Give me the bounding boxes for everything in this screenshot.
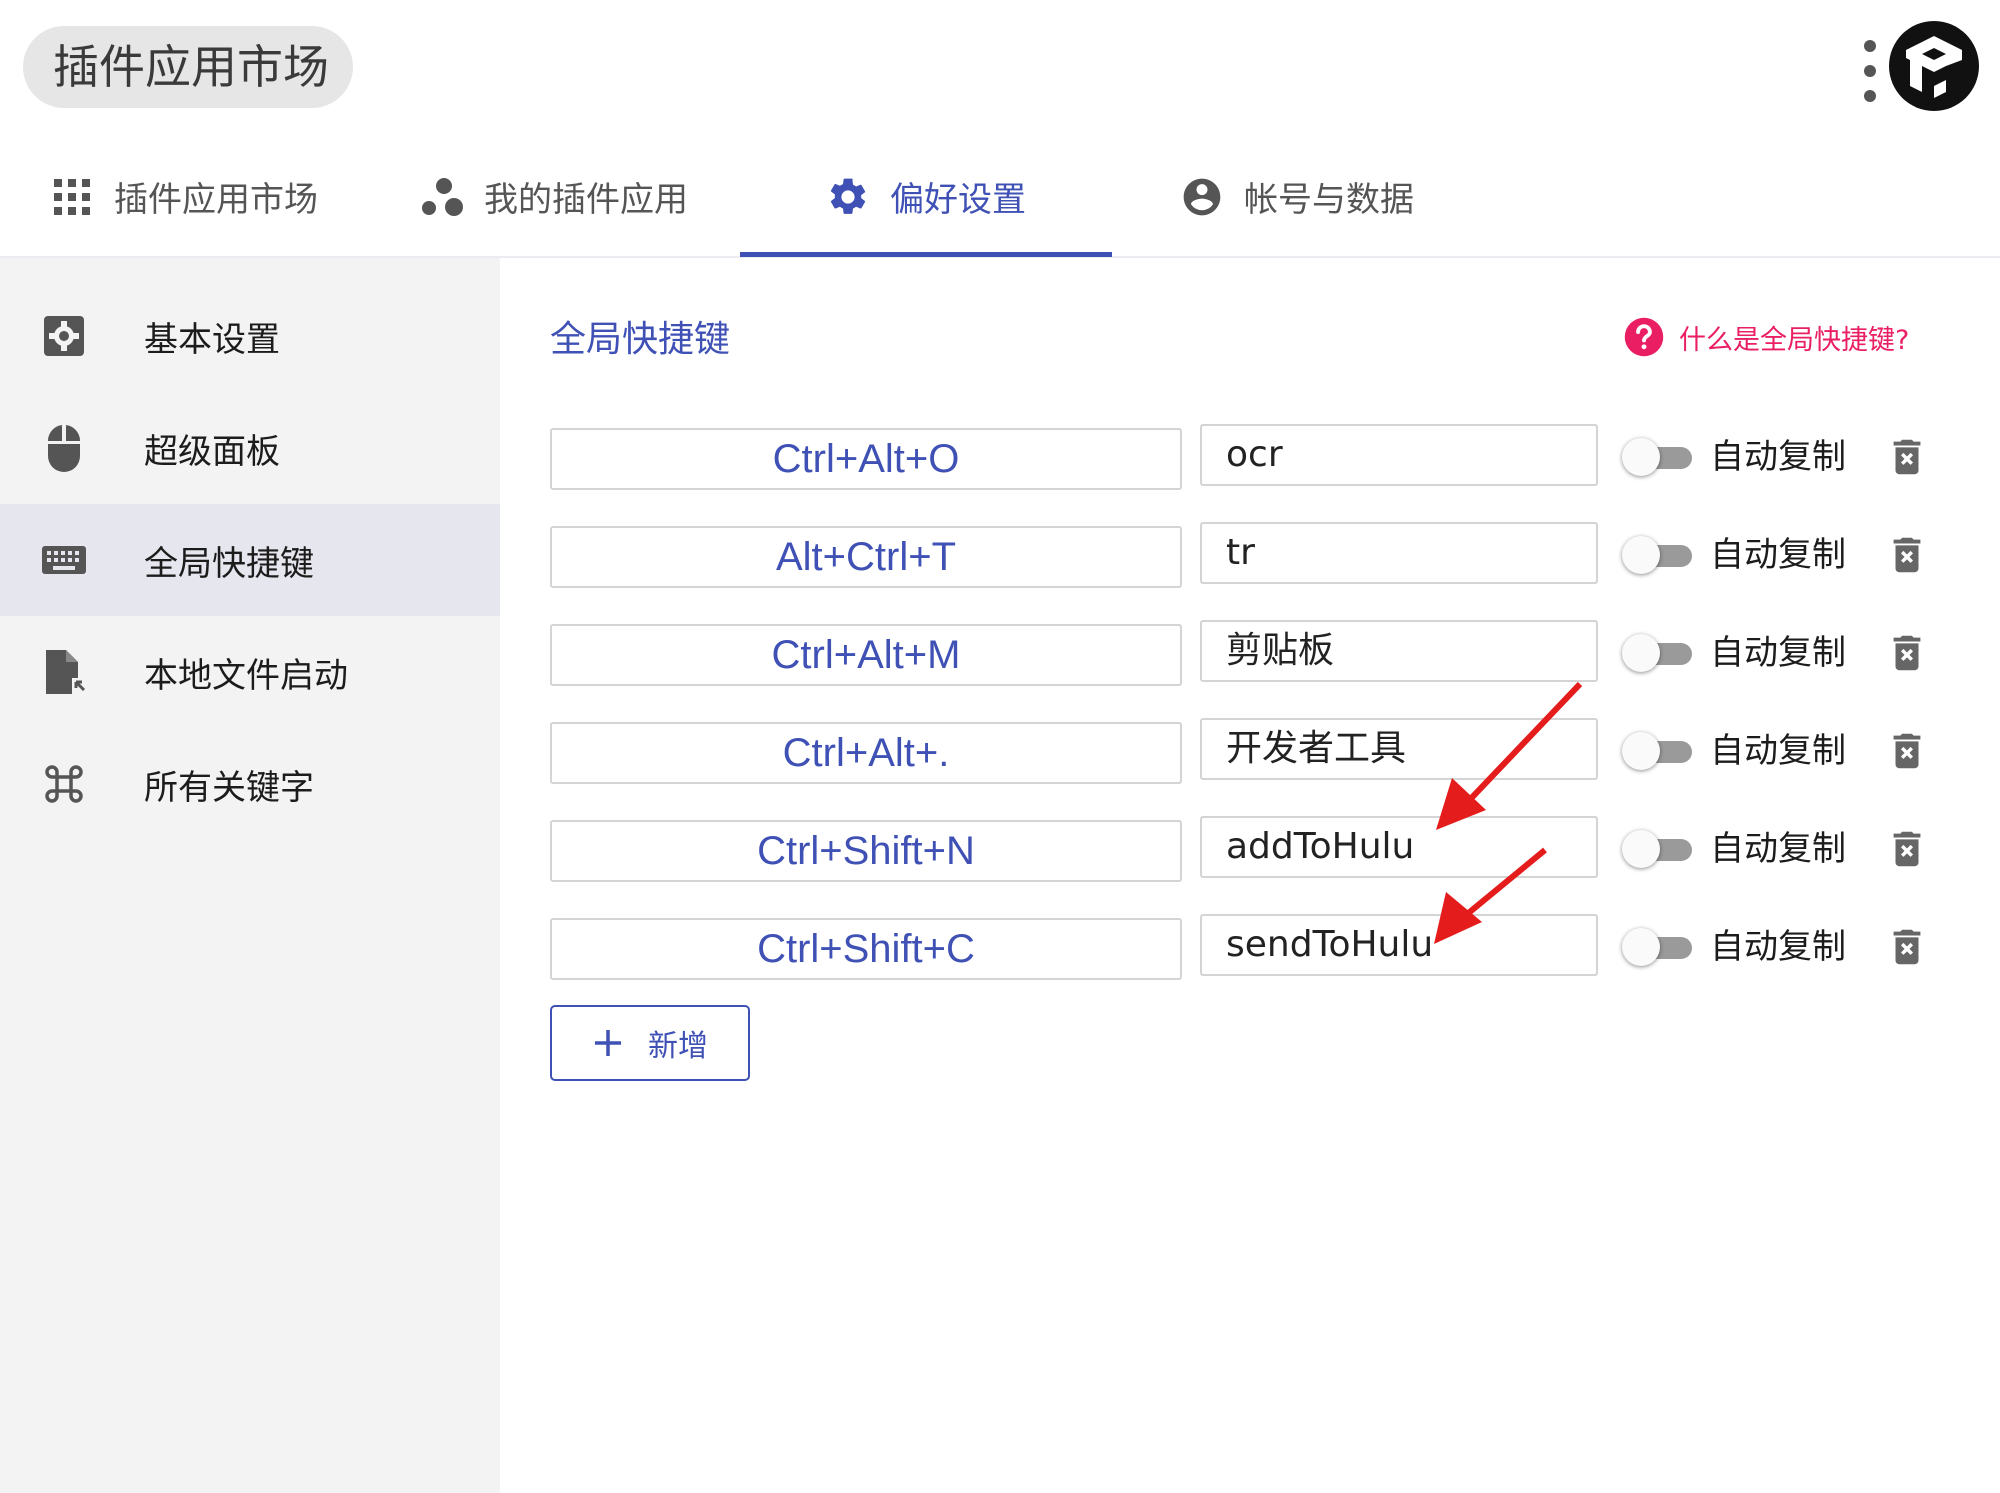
hotkey-recorder[interactable]: Ctrl+Alt+. [550,722,1182,784]
app-header: 插件应用市场 [0,0,2000,135]
active-tab-indicator [740,252,1112,257]
command-input[interactable]: 剪贴板 [1200,620,1598,682]
command-input[interactable]: 开发者工具 [1200,718,1598,780]
tab-preferences[interactable]: 偏好设置 [826,135,1026,258]
command-key-icon [40,760,88,808]
toggle-knob [1622,536,1660,574]
hotkey-recorder[interactable]: Ctrl+Alt+O [550,428,1182,490]
toggle-knob [1622,928,1660,966]
sidebar: 基本设置 超级面板 全局快捷键 本地文件启动 所有关键字 [0,258,500,1493]
apps-grid-icon [50,175,94,219]
sidebar-item-super-panel[interactable]: 超级面板 [0,392,500,504]
help-link[interactable]: 什么是全局快捷键? [1623,316,1909,358]
tab-label: 偏好设置 [890,180,1026,220]
auto-copy-toggle[interactable] [1622,928,1694,966]
tab-label: 插件应用市场 [114,180,318,220]
sidebar-item-all-keywords[interactable]: 所有关键字 [0,728,500,840]
sidebar-item-label: 所有关键字 [144,767,314,808]
sidebar-item-label: 基本设置 [144,319,280,360]
delete-icon[interactable] [1884,434,1930,480]
help-link-label: 什么是全局快捷键? [1679,324,1910,356]
toggle-knob [1622,438,1660,476]
auto-copy-label: 自动复制 [1710,731,1846,771]
hotkey-row: Ctrl+Shift+C sendToHulu 自动复制 [550,914,1990,980]
auto-copy-label: 自动复制 [1710,633,1846,673]
hotkey-recorder[interactable]: Ctrl+Shift+C [550,918,1182,980]
command-input[interactable]: tr [1200,522,1598,584]
hotkey-row: Ctrl+Alt+M 剪贴板 自动复制 [550,620,1990,686]
auto-copy-label: 自动复制 [1710,829,1846,869]
auto-copy-toggle[interactable] [1622,830,1694,868]
tab-plugin-market[interactable]: 插件应用市场 [50,135,318,258]
hotkey-recorder[interactable]: Ctrl+Alt+M [550,624,1182,686]
sidebar-item-label: 超级面板 [144,431,280,472]
keyboard-icon [40,536,88,584]
delete-icon[interactable] [1884,826,1930,872]
hotkey-row: Ctrl+Alt+O ocr 自动复制 [550,424,1990,490]
auto-copy-toggle[interactable] [1622,536,1694,574]
tab-my-plugins[interactable]: 我的插件应用 [420,135,688,258]
sidebar-item-label: 全局快捷键 [144,543,314,584]
file-launch-icon [40,648,88,696]
delete-icon[interactable] [1884,728,1930,774]
hotkey-row: Alt+Ctrl+T tr 自动复制 [550,522,1990,588]
hotkey-recorder[interactable]: Alt+Ctrl+T [550,526,1182,588]
sidebar-item-basic-settings[interactable]: 基本设置 [0,280,500,392]
auto-copy-label: 自动复制 [1710,535,1846,575]
sidebar-item-local-file-launch[interactable]: 本地文件启动 [0,616,500,728]
hotkey-row: Ctrl+Shift+N addToHulu 自动复制 [550,816,1990,882]
delete-icon[interactable] [1884,924,1930,970]
section-title: 全局快捷键 [550,319,731,360]
auto-copy-label: 自动复制 [1710,437,1846,477]
help-circle-icon [1624,317,1664,357]
hotkey-row: Ctrl+Alt+. 开发者工具 自动复制 [550,718,1990,784]
command-input[interactable]: sendToHulu [1200,914,1598,976]
top-tabs: 插件应用市场 我的插件应用 偏好设置 帐号与数据 [0,135,2000,258]
auto-copy-toggle[interactable] [1622,438,1694,476]
gear-icon [826,175,870,219]
tab-account-data[interactable]: 帐号与数据 [1180,135,1414,258]
mouse-icon [40,424,88,472]
auto-copy-label: 自动复制 [1710,927,1846,967]
sidebar-item-global-hotkeys[interactable]: 全局快捷键 [0,504,500,616]
bubble-chart-icon [420,175,464,219]
tab-label: 帐号与数据 [1244,180,1414,220]
add-hotkey-button[interactable]: 新增 [550,1005,750,1081]
command-input[interactable]: ocr [1200,424,1598,486]
hotkey-recorder[interactable]: Ctrl+Shift+N [550,820,1182,882]
delete-icon[interactable] [1884,630,1930,676]
search-bar[interactable]: 插件应用市场 [23,26,353,108]
sidebar-item-label: 本地文件启动 [144,655,348,696]
add-button-label: 新增 [648,1029,708,1064]
tab-label: 我的插件应用 [484,180,688,220]
toggle-knob [1622,634,1660,672]
auto-copy-toggle[interactable] [1622,732,1694,770]
account-circle-icon [1180,175,1224,219]
delete-icon[interactable] [1884,532,1930,578]
plus-icon [595,1030,621,1056]
command-input[interactable]: addToHulu [1200,816,1598,878]
toggle-knob [1622,830,1660,868]
toggle-knob [1622,732,1660,770]
main-content: 全局快捷键 什么是全局快捷键? Ctrl+Alt+O ocr 自动复制 Alt+… [500,258,2000,1493]
settings-box-icon [40,312,88,360]
more-vert-icon[interactable] [1858,36,1882,106]
app-logo-icon[interactable] [1888,20,1980,112]
auto-copy-toggle[interactable] [1622,634,1694,672]
